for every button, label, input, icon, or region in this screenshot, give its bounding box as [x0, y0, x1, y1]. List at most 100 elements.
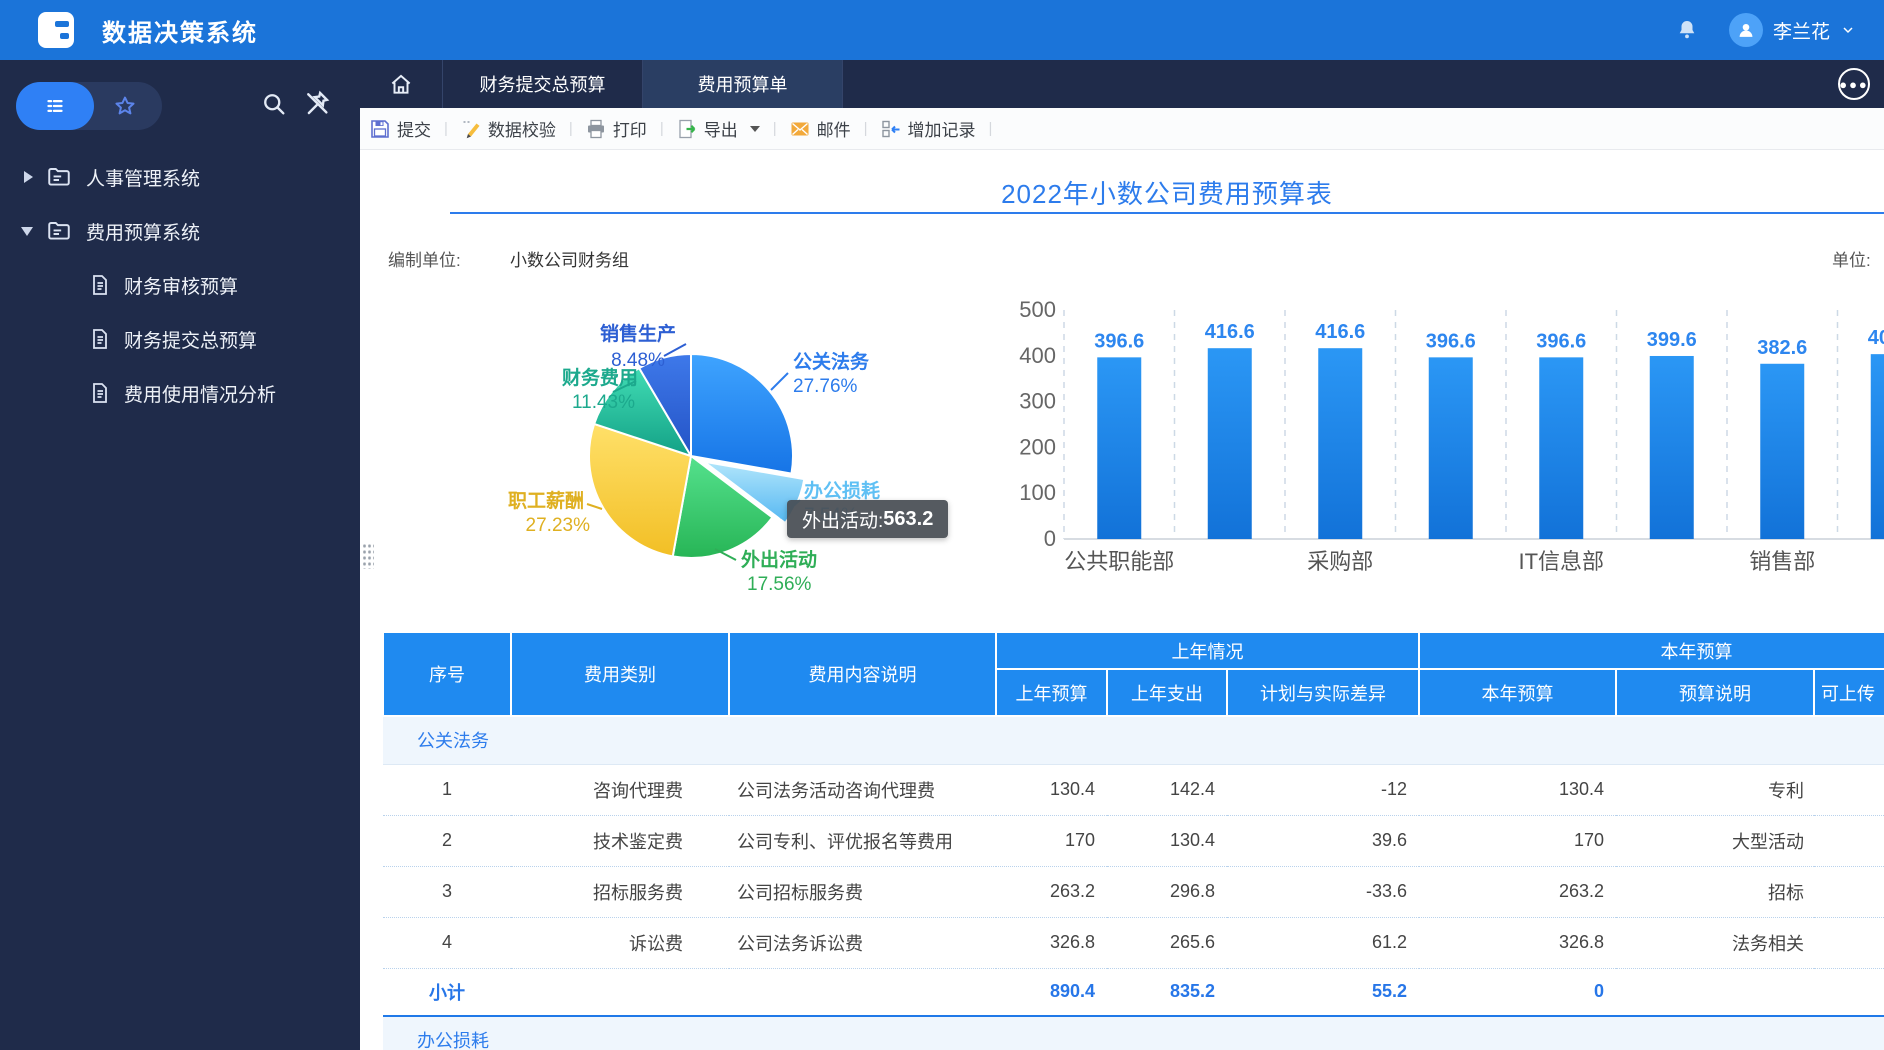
bar-4[interactable]	[1539, 357, 1584, 539]
expense-pie-chart: 公关法务27.76%办公损耗7.54%外出活动17.56%职工薪酬27.23%财…	[440, 300, 1000, 610]
table-cell: 招标服务费	[511, 866, 729, 918]
printer-icon	[587, 119, 604, 138]
table-cell: 263.2	[1419, 866, 1617, 918]
table-cell: 142.4	[1107, 764, 1227, 816]
group-row[interactable]: 办公损耗	[383, 1015, 1884, 1050]
bar-value-label: 396.6	[1536, 330, 1586, 352]
mail-icon	[791, 122, 809, 135]
table-row[interactable]: 1 咨询代理费 公司法务活动咨询代理费 130.4 142.4 -12 130.4 专利	[383, 764, 1884, 816]
table-cell: 170	[996, 815, 1107, 867]
prepared-by-label: 编制单位:	[388, 251, 461, 270]
tab-finance-submit-budget[interactable]: 财务提交总预算	[443, 60, 643, 108]
submit-button[interactable]: 提交	[370, 116, 431, 141]
favorites-view-button[interactable]	[113, 94, 137, 118]
data-validate-button[interactable]: 数据校验	[461, 116, 556, 141]
table-row[interactable]: 3 招标服务费 公司招标服务费 263.2 296.8 -33.6 263.2 招标	[383, 866, 1884, 918]
bar-value-label: 396.6	[1094, 330, 1144, 352]
add-record-button[interactable]: 增加记录	[881, 116, 976, 141]
table-cell: 39.6	[1227, 815, 1420, 867]
pie-slice-percent: 27.76%	[793, 376, 858, 397]
pie-slice-公关法务[interactable]	[690, 353, 794, 475]
table-cell: 技术鉴定费	[511, 815, 729, 867]
tab-home[interactable]	[360, 60, 443, 108]
subtotal-cell: 0	[1419, 968, 1617, 1017]
col-header: 本年预算	[1418, 668, 1618, 717]
table-cell: 130.4	[996, 764, 1107, 816]
prepared-by-value: 小数公司财务组	[510, 251, 629, 270]
subtotal-cell: 55.2	[1227, 968, 1420, 1017]
save-icon	[371, 119, 389, 138]
bar-2[interactable]	[1318, 348, 1363, 539]
bar-0[interactable]	[1097, 357, 1142, 539]
table-cell	[1814, 917, 1884, 969]
document-icon	[88, 273, 112, 297]
pie-slice-percent: 27.23%	[526, 515, 591, 536]
bar-3[interactable]	[1428, 357, 1473, 539]
col-header: 上年预算	[995, 668, 1108, 717]
table-cell	[729, 968, 996, 1017]
tab-strip: 财务提交总预算 费用预算单 ●●●	[360, 60, 1884, 108]
budget-table: 序号 费用类别 费用内容说明 上年情况 本年预算 上年预算 上年支出 计划与实际差异 本年预算预…	[382, 631, 1884, 1050]
bar-7[interactable]	[1870, 354, 1884, 539]
sidebar-item-expense-usage-analysis[interactable]: 费用使用情况分析	[0, 372, 360, 414]
sidebar-item-budget-system[interactable]: 费用预算系统	[0, 210, 360, 252]
table-cell	[511, 968, 729, 1017]
subtotal-row[interactable]: 小计 890.4 835.2 55.2 0	[383, 968, 1884, 1017]
tab-expense-budget-sheet[interactable]: 费用预算单	[643, 60, 843, 108]
table-row[interactable]: 2 技术鉴定费 公司专利、评优报名等费用 170 130.4 39.6 170 大型活动	[383, 815, 1884, 867]
table-cell: 296.8	[1107, 866, 1227, 918]
table-cell: 130.4	[1419, 764, 1617, 816]
pie-slice-percent: 8.48%	[611, 350, 665, 371]
title-divider	[450, 212, 1884, 214]
bar-6[interactable]	[1760, 363, 1805, 539]
home-icon	[391, 74, 411, 94]
pie-slice-label: 办公损耗	[804, 479, 880, 502]
col-header: 上年支出	[1106, 668, 1228, 717]
bar-value-label: 382.6	[1757, 337, 1807, 359]
table-cell: 公司专利、评优报名等费用	[729, 815, 996, 867]
table-cell: 3	[383, 866, 511, 918]
bar-1[interactable]	[1207, 348, 1252, 539]
col-header: 费用内容说明	[728, 631, 997, 717]
bar-y-tick: 500	[1019, 300, 1056, 322]
table-cell	[1814, 866, 1884, 918]
group-row[interactable]: 公关法务	[383, 715, 1884, 765]
bell-icon[interactable]	[1675, 18, 1699, 42]
table-cell: 招标	[1616, 866, 1815, 918]
export-button[interactable]: 导出	[677, 116, 760, 141]
bar-y-tick: 0	[1044, 526, 1056, 551]
subtotal-cell: 890.4	[996, 968, 1107, 1017]
group-col-header: 上年情况	[994, 631, 1421, 670]
table-row[interactable]: 4 诉讼费 公司法务诉讼费 326.8 265.6 61.2 326.8 法务相关	[383, 917, 1884, 969]
pie-slice-percent: 11.43%	[572, 392, 635, 413]
search-icon[interactable]	[260, 90, 288, 123]
bar-y-tick: 300	[1019, 389, 1056, 414]
top-bar: 数据决策系统 李兰花	[0, 0, 1884, 60]
sidebar-item-finance-review-budget[interactable]: 财务审核预算	[0, 264, 360, 306]
unpin-icon[interactable]	[302, 88, 332, 123]
bar-value-label: 416.6	[1205, 321, 1255, 343]
mail-button[interactable]: 邮件	[790, 116, 851, 141]
bar-5[interactable]	[1649, 355, 1694, 539]
user-menu[interactable]: 李兰花	[1728, 13, 1856, 47]
group-row-label: 办公损耗	[383, 1015, 1884, 1050]
department-bar-chart: 0 100 200 300 400 500 396.6 416.6 416.6 396.6 396.…	[1010, 297, 1884, 600]
expand-arrow-icon	[24, 171, 33, 183]
directory-view-button[interactable]	[16, 82, 94, 130]
tab-more-options-button[interactable]: ●●●	[1838, 68, 1870, 100]
bar-x-tick: 公共职能部	[1064, 549, 1174, 574]
sidebar-item-finance-submit-budget[interactable]: 财务提交总预算	[0, 318, 360, 360]
print-button[interactable]: 打印	[586, 116, 647, 141]
pie-slice-label: 公关法务	[793, 350, 870, 373]
col-header: 序号	[382, 631, 512, 717]
report-content: 2022年小数公司费用预算表 编制单位: 小数公司财务组 单位: 公关法务 27.…	[360, 150, 1884, 1050]
user-avatar	[1728, 13, 1763, 47]
col-header: 费用类别	[510, 631, 730, 717]
table-cell: 2	[383, 815, 511, 867]
export-icon	[679, 119, 695, 138]
subtotal-cell	[1616, 968, 1815, 1017]
table-cell: 1	[383, 764, 511, 816]
sidebar-item-hr-system[interactable]: 人事管理系统	[0, 156, 360, 198]
drag-handle[interactable]	[362, 543, 374, 569]
bar-value-label: 403.6	[1868, 327, 1884, 349]
